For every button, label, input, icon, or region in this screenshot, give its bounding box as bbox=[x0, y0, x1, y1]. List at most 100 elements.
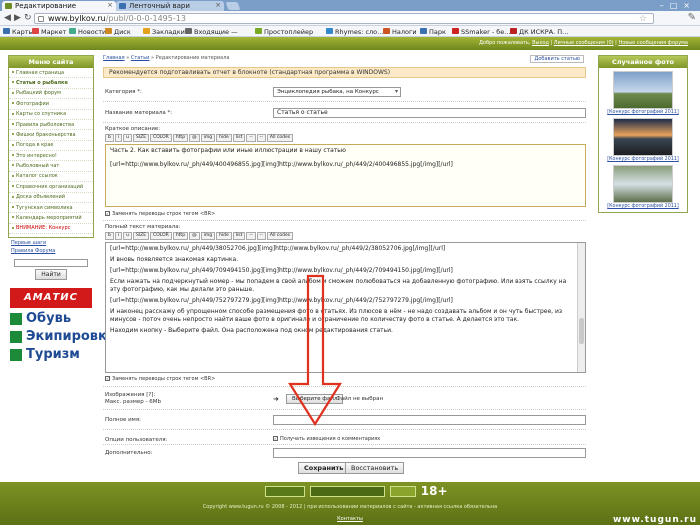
photo-thumbnail[interactable] bbox=[613, 71, 673, 109]
choose-file-button[interactable]: Выберите файл bbox=[286, 394, 344, 404]
editor-toolbar-button[interactable]: SIZE bbox=[132, 134, 150, 142]
close-icon[interactable]: × bbox=[215, 1, 221, 9]
editor-toolbar-button[interactable]: u bbox=[123, 232, 132, 240]
editor-toolbar-button[interactable]: b bbox=[105, 232, 114, 240]
editor-toolbar-button[interactable]: -- bbox=[246, 232, 256, 240]
bookmark-item[interactable]: ДК ИСКРА. П... bbox=[510, 28, 568, 36]
editor-toolbar-button[interactable]: -- bbox=[246, 134, 256, 142]
photo-caption[interactable]: [Конкурс фотографий 2011] bbox=[599, 110, 687, 115]
crumb-home[interactable]: Главная bbox=[103, 55, 125, 61]
editor-toolbar-button[interactable]: -- bbox=[256, 134, 266, 142]
editor-toolbar-button[interactable]: COLOR bbox=[150, 134, 172, 142]
photo-caption[interactable]: [Конкурс фотографий 2011] bbox=[599, 204, 687, 212]
editor-toolbar-button[interactable]: http bbox=[172, 134, 189, 142]
star-icon[interactable]: ☆ bbox=[639, 14, 647, 24]
ad-line-shoes[interactable]: Обувь bbox=[8, 311, 94, 326]
editor-toolbar-button[interactable]: All codes bbox=[266, 232, 294, 240]
short-description-textarea[interactable]: Часть 2. Как вставить фотографии или ины… bbox=[105, 144, 586, 207]
url-input[interactable]: www.bylkov.ru/publ/0-0-0-1495-13 ☆ bbox=[34, 13, 654, 24]
first-steps-link[interactable]: Первые шаги bbox=[8, 238, 94, 248]
contacts-link[interactable]: Контакты bbox=[0, 516, 700, 522]
menu-item[interactable]: Каталог ссылок bbox=[9, 172, 93, 183]
replace-breaks-checkbox-short[interactable]: ✓ Заменять переводы строк тегом <BR> bbox=[105, 211, 215, 217]
bookmark-item[interactable]: Закладки bbox=[143, 28, 185, 36]
search-button[interactable]: Найти bbox=[35, 269, 67, 280]
editor-toolbar-button[interactable]: i bbox=[114, 232, 123, 240]
ad-line-gear[interactable]: Экипировка bbox=[8, 329, 116, 344]
menu-item[interactable]: ВНИМАНИЕ: Конкурс bbox=[9, 224, 93, 234]
bookmark-item[interactable]: SSmaker - бе... bbox=[452, 28, 510, 36]
bookmark-item[interactable]: Карты bbox=[3, 28, 34, 36]
author-input[interactable] bbox=[273, 415, 586, 425]
menu-item[interactable]: Фишки браконьерства bbox=[9, 130, 93, 141]
back-arrow-icon[interactable]: ◀ bbox=[4, 13, 11, 23]
title-input[interactable]: Статья о статье bbox=[273, 108, 586, 118]
window-controls[interactable]: –□× bbox=[660, 1, 696, 10]
new-tab-button[interactable] bbox=[225, 2, 241, 10]
editor-toolbar-button[interactable]: u bbox=[123, 134, 132, 142]
photo-caption[interactable]: [Конкурс фотографий 2011] bbox=[599, 157, 687, 162]
menu-item[interactable]: Правила рыболовства bbox=[9, 120, 93, 131]
counter-banner[interactable] bbox=[309, 486, 385, 497]
logout-link[interactable]: Выход bbox=[532, 40, 549, 46]
category-select[interactable]: Энциклопедия рыбака, на Конкурс bbox=[273, 87, 401, 97]
bookmark-item[interactable]: Диск bbox=[105, 28, 131, 36]
bookmark-item[interactable]: Новости bbox=[69, 28, 106, 36]
bookmark-item[interactable]: Входящие — bbox=[185, 28, 238, 36]
menu-item[interactable]: Фотографии bbox=[9, 99, 93, 110]
menu-item[interactable]: Статьи о рыбалке bbox=[9, 78, 93, 89]
menu-item[interactable]: Календарь мероприятий bbox=[9, 213, 93, 224]
editor-toolbar-button[interactable]: img bbox=[200, 232, 216, 240]
bookmark-item[interactable]: Маркет bbox=[32, 28, 66, 36]
editor-toolbar-button[interactable]: hide bbox=[216, 134, 232, 142]
add-article-link[interactable]: Добавить статью bbox=[530, 55, 584, 63]
counter-banner[interactable] bbox=[265, 486, 305, 497]
counter-banner[interactable] bbox=[389, 486, 416, 497]
menu-item[interactable]: Погода в крае bbox=[9, 141, 93, 151]
restore-button[interactable]: Восстановить bbox=[345, 462, 405, 474]
menu-item[interactable]: Рыболовный чат bbox=[9, 161, 93, 172]
amatis-banner[interactable]: АМАТИС bbox=[10, 288, 92, 308]
editor-toolbar-button[interactable]: @ bbox=[189, 232, 200, 240]
editor-toolbar-button[interactable]: img bbox=[200, 134, 216, 142]
editor-toolbar-button[interactable]: COLOR bbox=[150, 232, 172, 240]
editor-toolbar-button[interactable]: list bbox=[232, 232, 246, 240]
close-icon[interactable]: × bbox=[107, 1, 113, 9]
menu-item[interactable]: Доска объявлений bbox=[9, 193, 93, 203]
menu-item[interactable]: Справочник организаций bbox=[9, 182, 93, 193]
editor-toolbar-button[interactable]: SIZE bbox=[132, 232, 150, 240]
ad-line-tourism[interactable]: Туризм bbox=[8, 347, 94, 362]
tab-editing[interactable]: Редактирование × bbox=[2, 1, 116, 11]
menu-item[interactable]: Главная страница bbox=[9, 68, 93, 79]
full-text-textarea[interactable]: [url=http://www.bylkov.ru/_ph/449/380527… bbox=[105, 242, 586, 373]
bookmark-item[interactable]: Налоги bbox=[383, 28, 417, 36]
search-input[interactable] bbox=[14, 259, 88, 267]
editor-toolbar-button[interactable]: -- bbox=[256, 232, 266, 240]
editor-toolbar-button[interactable]: All codes bbox=[266, 134, 294, 142]
wrench-icon[interactable]: ✎ bbox=[688, 12, 696, 23]
editor-toolbar-button[interactable]: http bbox=[172, 232, 189, 240]
extra-input[interactable] bbox=[273, 448, 586, 458]
scrollbar[interactable] bbox=[577, 243, 585, 372]
editor-toolbar-button[interactable]: hide bbox=[216, 232, 232, 240]
editor-toolbar-button[interactable]: @ bbox=[189, 134, 200, 142]
forum-rules-link[interactable]: Правила Форума bbox=[8, 248, 94, 256]
bookmark-item[interactable]: Rhymes: сло... bbox=[326, 28, 383, 36]
bookmark-item[interactable]: Парк bbox=[420, 28, 446, 36]
forum-messages-link[interactable]: Новые сообщения форума bbox=[618, 40, 688, 46]
scrollbar-thumb[interactable] bbox=[579, 318, 584, 344]
editor-toolbar-button[interactable]: list bbox=[232, 134, 246, 142]
menu-item[interactable]: Тугунская символика bbox=[9, 203, 93, 214]
editor-toolbar-button[interactable]: i bbox=[114, 134, 123, 142]
editor-toolbar-button[interactable]: b bbox=[105, 134, 114, 142]
menu-item[interactable]: Рыбацкий форум bbox=[9, 89, 93, 100]
menu-item[interactable]: Это интересно! bbox=[9, 151, 93, 162]
notify-checkbox[interactable]: ✓ Получать извещения о комментариях bbox=[273, 436, 380, 442]
save-button[interactable]: Сохранить bbox=[298, 462, 350, 474]
photo-thumbnail[interactable] bbox=[613, 118, 673, 156]
forward-arrow-icon[interactable]: ▶ bbox=[14, 13, 21, 23]
crumb-articles[interactable]: Статьи bbox=[131, 55, 150, 61]
tab-ribbon[interactable]: Ленточный вари × bbox=[116, 1, 224, 11]
menu-item[interactable]: Карты со спутника bbox=[9, 110, 93, 120]
messages-link[interactable]: Личные сообщения (0) bbox=[554, 40, 614, 46]
